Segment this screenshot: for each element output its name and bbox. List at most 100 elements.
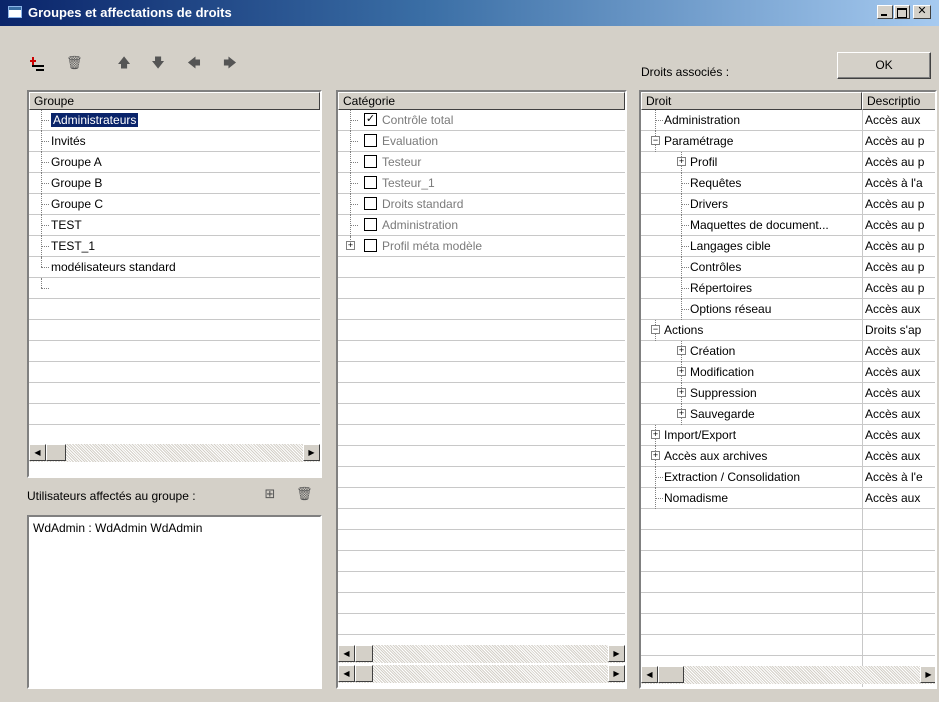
group-name[interactable]: Groupe C (51, 197, 103, 211)
category-checkbox[interactable] (364, 176, 377, 189)
table-row[interactable]: + Sauvegarde Accès aux (641, 404, 935, 425)
categories-hscrollbar-2[interactable]: ◀ ▶ (338, 665, 625, 683)
categories-hscrollbar-1[interactable]: ◀ ▶ (338, 645, 625, 663)
expand-toggle[interactable]: + (677, 157, 686, 166)
category-checkbox[interactable] (364, 218, 377, 231)
table-row[interactable]: Contrôles Accès au p (641, 257, 935, 278)
rights-hscrollbar[interactable]: ◀ ▶ (641, 666, 935, 684)
expand-toggle[interactable]: + (677, 367, 686, 376)
category-checkbox[interactable] (364, 197, 377, 210)
list-item[interactable]: Groupe A (29, 152, 320, 173)
list-item[interactable]: modélisateurs standard (29, 257, 320, 278)
table-row[interactable]: + Accès aux archives Accès aux (641, 446, 935, 467)
scroll-right-button[interactable]: ▶ (920, 666, 935, 683)
table-row[interactable]: Requêtes Accès à l'a (641, 173, 935, 194)
right-label: Actions (664, 323, 704, 337)
table-row[interactable]: Extraction / Consolidation Accès à l'e (641, 467, 935, 488)
group-name[interactable]: modélisateurs standard (51, 260, 176, 274)
list-item[interactable]: TEST (29, 215, 320, 236)
list-item[interactable]: Invités (29, 131, 320, 152)
arrow-left-icon[interactable]: 🡄 (186, 55, 202, 71)
table-row[interactable]: + Suppression Accès aux (641, 383, 935, 404)
table-row[interactable]: Répertoires Accès au p (641, 278, 935, 299)
close-button[interactable]: ✕ (913, 5, 931, 19)
minimize-button[interactable] (877, 5, 893, 19)
table-row[interactable]: Maquettes de document... Accès au p (641, 215, 935, 236)
category-checkbox[interactable] (364, 155, 377, 168)
list-item[interactable]: Testeur_1 (338, 173, 625, 194)
scroll-left-button[interactable]: ◀ (338, 645, 355, 662)
expand-toggle[interactable]: + (346, 241, 355, 250)
group-name[interactable]: TEST (51, 218, 82, 232)
expand-toggle[interactable]: + (677, 409, 686, 418)
list-item[interactable]: TEST_1 (29, 236, 320, 257)
remove-user-icon[interactable]: 🗑 (296, 486, 313, 502)
categories-column-header[interactable]: Catégorie (338, 92, 625, 110)
list-item[interactable]: + Profil méta modèle (338, 236, 625, 257)
table-row[interactable]: Nomadisme Accès aux (641, 488, 935, 509)
group-name[interactable]: Administrateurs (51, 113, 139, 127)
groups-hscrollbar[interactable]: ◀ ▶ (29, 444, 320, 462)
users-list[interactable]: WdAdmin : WdAdmin WdAdmin (27, 515, 322, 689)
rights-list[interactable]: Droit Descriptio Administration Accès aux… (639, 90, 937, 689)
scroll-left-button[interactable]: ◀ (338, 665, 355, 682)
expand-toggle[interactable]: + (651, 430, 660, 439)
scroll-left-button[interactable]: ◀ (641, 666, 658, 683)
scroll-thumb[interactable] (46, 444, 66, 461)
table-row[interactable]: − Paramétrage Accès au p (641, 131, 935, 152)
scroll-right-button[interactable]: ▶ (608, 645, 625, 662)
table-row[interactable]: + Modification Accès aux (641, 362, 935, 383)
scroll-left-button[interactable]: ◀ (29, 444, 46, 461)
add-user-icon[interactable]: ⊞ (262, 486, 278, 502)
maximize-button[interactable] (894, 5, 910, 19)
table-row[interactable]: + Import/Export Accès aux (641, 425, 935, 446)
scroll-right-button[interactable]: ▶ (303, 444, 320, 461)
expand-toggle[interactable]: + (677, 388, 686, 397)
groups-list[interactable]: Groupe Administrateurs Invités Groupe A Gro… (27, 90, 322, 478)
scroll-right-button[interactable]: ▶ (608, 665, 625, 682)
group-name[interactable]: Groupe B (51, 176, 102, 190)
tree-branch (681, 288, 689, 289)
categories-list[interactable]: Catégorie ✓ Contrôle total Evaluation Teste… (336, 90, 627, 689)
table-row[interactable]: Langages cible Accès au p (641, 236, 935, 257)
window-title: Groupes et affectations de droits (28, 5, 232, 20)
list-item[interactable]: ✓ Contrôle total (338, 110, 625, 131)
list-item[interactable]: Administrateurs (29, 110, 320, 131)
user-item[interactable]: WdAdmin : WdAdmin WdAdmin (33, 521, 202, 535)
expand-toggle[interactable]: + (651, 451, 660, 460)
table-row[interactable]: Drivers Accès au p (641, 194, 935, 215)
group-name[interactable]: TEST_1 (51, 239, 95, 253)
arrow-up-icon[interactable]: 🡅 (116, 55, 132, 71)
scroll-thumb[interactable] (355, 665, 373, 682)
title-bar[interactable]: Groupes et affectations de droits ✕ (0, 0, 939, 26)
delete-icon[interactable]: 🗑 (66, 55, 83, 71)
right-column-header[interactable]: Droit (641, 92, 862, 110)
expand-toggle[interactable]: + (677, 346, 686, 355)
group-name[interactable]: Invités (51, 134, 86, 148)
category-checkbox[interactable] (364, 134, 377, 147)
arrow-right-icon[interactable]: 🡆 (222, 55, 238, 71)
scroll-thumb[interactable] (355, 645, 373, 662)
table-row[interactable]: + Profil Accès au p (641, 152, 935, 173)
table-row[interactable]: Options réseau Accès aux (641, 299, 935, 320)
add-group-icon[interactable] (30, 55, 46, 71)
category-checkbox[interactable]: ✓ (364, 113, 377, 126)
groups-column-header[interactable]: Groupe (29, 92, 320, 110)
table-row[interactable]: Administration Accès aux (641, 110, 935, 131)
list-item[interactable]: Groupe B (29, 173, 320, 194)
category-checkbox[interactable] (364, 239, 377, 252)
list-item[interactable]: Droits standard (338, 194, 625, 215)
group-name[interactable]: Groupe A (51, 155, 102, 169)
description-column-header[interactable]: Descriptio (862, 92, 935, 110)
table-row[interactable]: + Création Accès aux (641, 341, 935, 362)
list-item[interactable]: Testeur (338, 152, 625, 173)
arrow-down-icon[interactable]: 🡇 (150, 55, 166, 71)
scroll-thumb[interactable] (658, 666, 684, 683)
list-item[interactable]: Evaluation (338, 131, 625, 152)
expand-toggle[interactable]: − (651, 325, 660, 334)
list-item[interactable]: Groupe C (29, 194, 320, 215)
expand-toggle[interactable]: − (651, 136, 660, 145)
table-row[interactable]: − Actions Droits s'ap (641, 320, 935, 341)
list-item[interactable]: Administration (338, 215, 625, 236)
ok-button[interactable]: OK (837, 52, 931, 79)
